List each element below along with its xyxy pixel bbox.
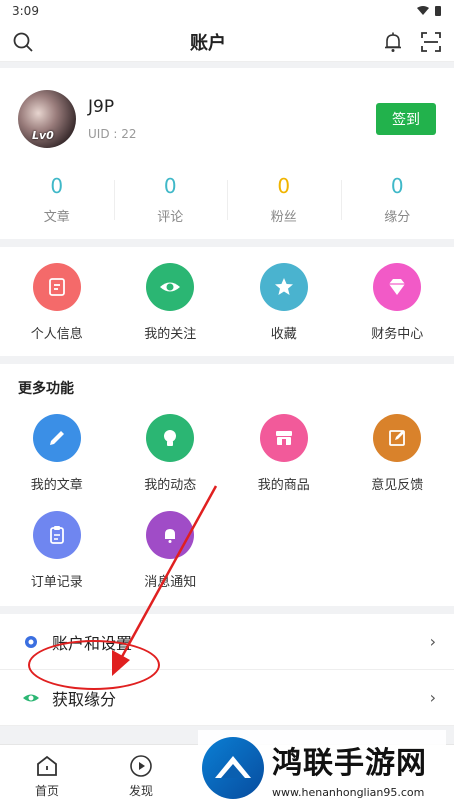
nav-label: 发现 [128, 784, 153, 798]
nav-discover[interactable]: 发现 [94, 745, 188, 808]
play-icon [130, 755, 152, 777]
nav-label: 首页 [34, 784, 59, 798]
home-icon [37, 755, 57, 776]
watermark-url: www.henanhonglian95.com [272, 785, 425, 799]
watermark: 鸿联手游网 www.henanhonglian95.com [198, 730, 446, 806]
watermark-text: 鸿联手游网 www.henanhonglian95.com [272, 738, 427, 799]
annotation-arrow [112, 485, 218, 676]
watermark-logo [202, 737, 264, 799]
watermark-title: 鸿联手游网 [272, 745, 427, 781]
nav-home[interactable]: 首页 [0, 745, 94, 808]
